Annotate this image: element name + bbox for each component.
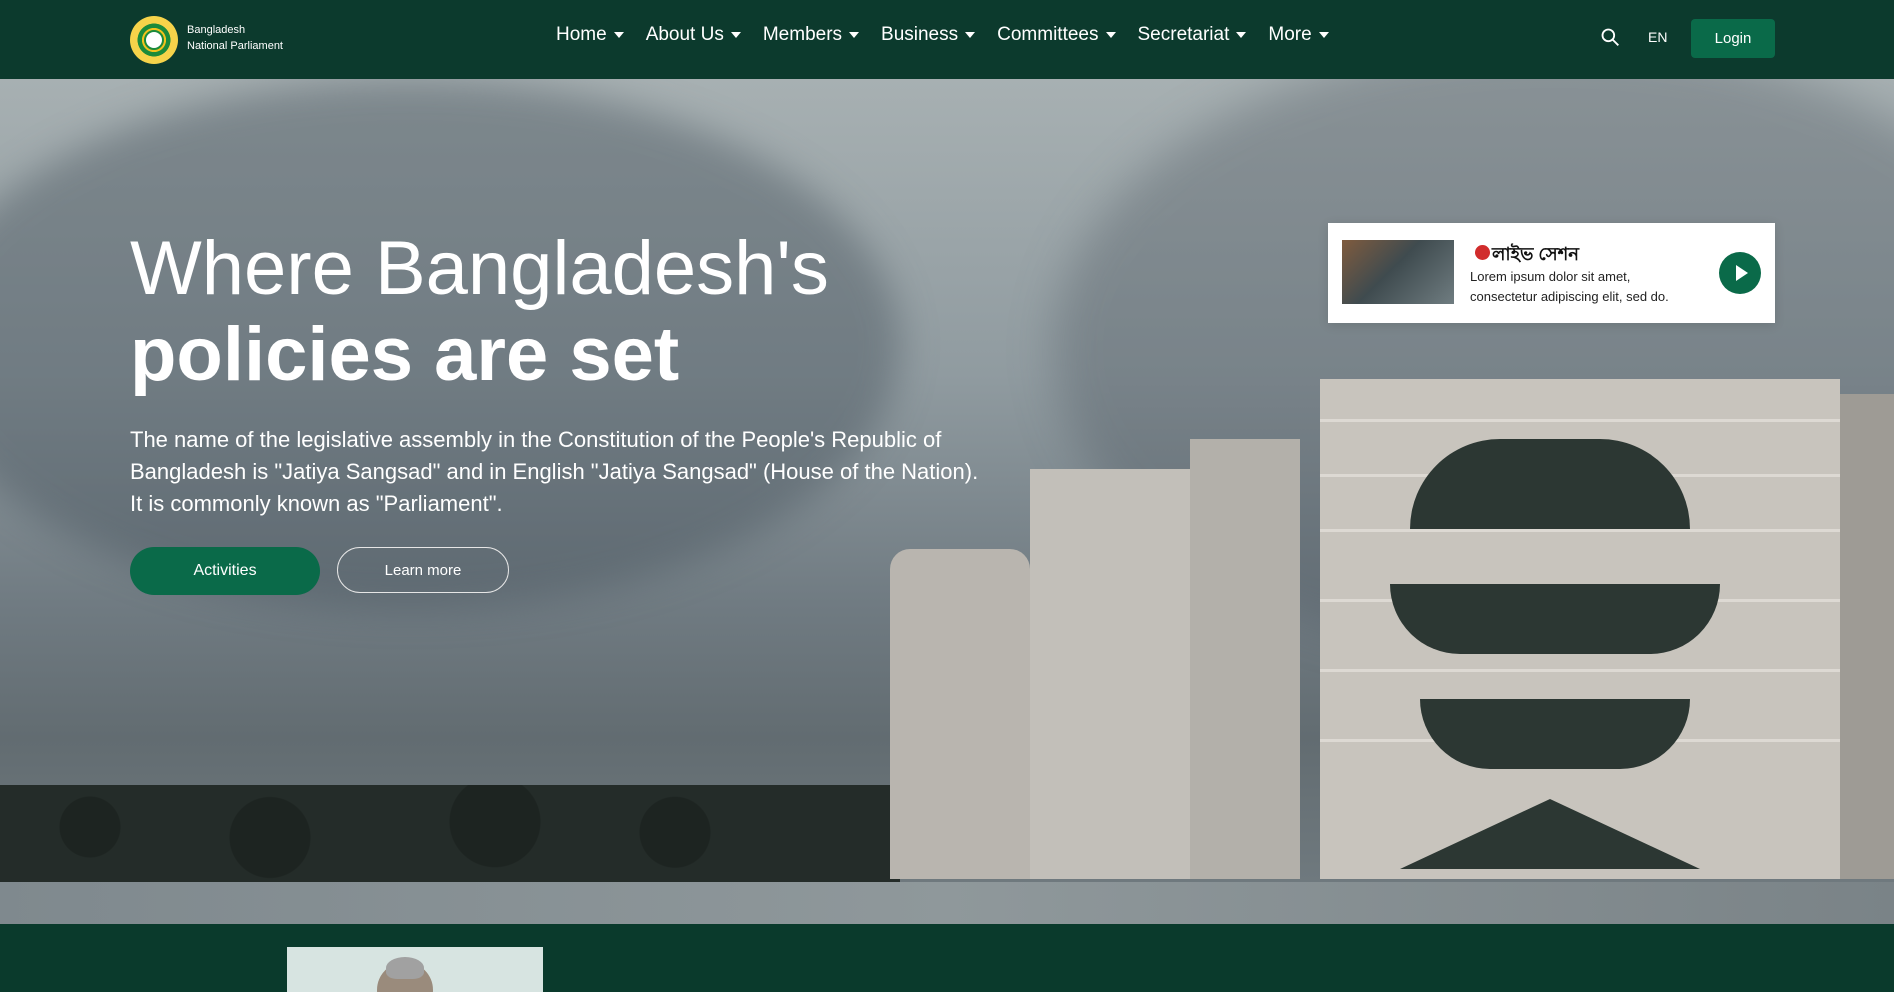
building-side	[1840, 394, 1894, 879]
play-icon[interactable]	[1719, 252, 1761, 294]
brand-name[interactable]: Bangladesh National Parliament	[187, 22, 283, 54]
chevron-down-icon	[1105, 32, 1116, 38]
next-section	[0, 924, 1894, 992]
chevron-down-icon	[730, 32, 741, 38]
speaker-face	[377, 957, 433, 992]
speaker-photo	[287, 947, 543, 992]
hero-description: The name of the legislative assembly in …	[130, 427, 979, 516]
search-icon[interactable]	[1600, 27, 1620, 47]
nav-home[interactable]: Home	[556, 24, 624, 46]
login-button[interactable]: Login	[1691, 19, 1775, 58]
chevron-down-icon	[1236, 32, 1247, 38]
top-navigation-bar: Bangladesh National Parliament Home Abou…	[0, 0, 1894, 79]
window-band	[1390, 584, 1720, 654]
live-session-card[interactable]: লাইভ সেশন Lorem ipsum dolor sit amet, co…	[1328, 223, 1775, 323]
brand-line-2: National Parliament	[187, 40, 283, 52]
building-line	[1320, 529, 1840, 532]
chevron-down-icon	[613, 32, 624, 38]
chevron-down-icon	[965, 32, 976, 38]
nav-about-us-label: About Us	[645, 24, 724, 45]
nav-home-label: Home	[556, 24, 607, 45]
learn-more-button[interactable]: Learn more	[337, 547, 509, 593]
live-indicator	[1475, 245, 1490, 260]
semicircle-opening	[1420, 699, 1690, 769]
activities-button[interactable]: Activities	[130, 547, 320, 595]
hero-title-line-1: Where Bangladesh's	[130, 226, 829, 311]
nav-secretariat-label: Secretariat	[1137, 24, 1230, 45]
live-session-text: Lorem ipsum dolor sit amet, consectetur …	[1470, 269, 1669, 304]
building-line	[1320, 419, 1840, 422]
nav-committees-label: Committees	[997, 24, 1099, 45]
chevron-down-icon	[1318, 32, 1329, 38]
building-block	[1190, 439, 1300, 879]
live-session-thumbnail	[1342, 240, 1454, 304]
nav-business-label: Business	[881, 24, 959, 45]
parliament-seal-icon[interactable]	[130, 16, 178, 64]
lake-water	[0, 882, 1894, 924]
nav-more[interactable]: More	[1268, 24, 1329, 46]
brand-line-1: Bangladesh	[187, 24, 246, 36]
building-tower	[890, 549, 1030, 879]
hero-title-line-2: policies are set	[130, 312, 680, 397]
chevron-down-icon	[849, 32, 860, 38]
building-line	[1320, 669, 1840, 672]
nav-members-label: Members	[762, 24, 843, 45]
main-navigation: Home About Us Members Business Committee…	[556, 24, 1329, 46]
nav-about-us[interactable]: About Us	[646, 24, 741, 46]
building-main-block	[1320, 379, 1840, 879]
tree-line	[0, 785, 900, 890]
language-switch[interactable]: EN	[1648, 29, 1667, 45]
nav-committees[interactable]: Committees	[997, 24, 1116, 46]
nav-business[interactable]: Business	[881, 24, 976, 46]
hero-heading: Where Bangladesh's policies are set	[130, 225, 829, 397]
nav-more-label: More	[1268, 24, 1312, 45]
semicircle-opening	[1410, 439, 1690, 529]
nav-members[interactable]: Members	[762, 24, 860, 46]
nav-secretariat[interactable]: Secretariat	[1138, 24, 1247, 46]
triangle-opening	[1400, 799, 1700, 869]
parliament-building-image	[890, 379, 1894, 879]
